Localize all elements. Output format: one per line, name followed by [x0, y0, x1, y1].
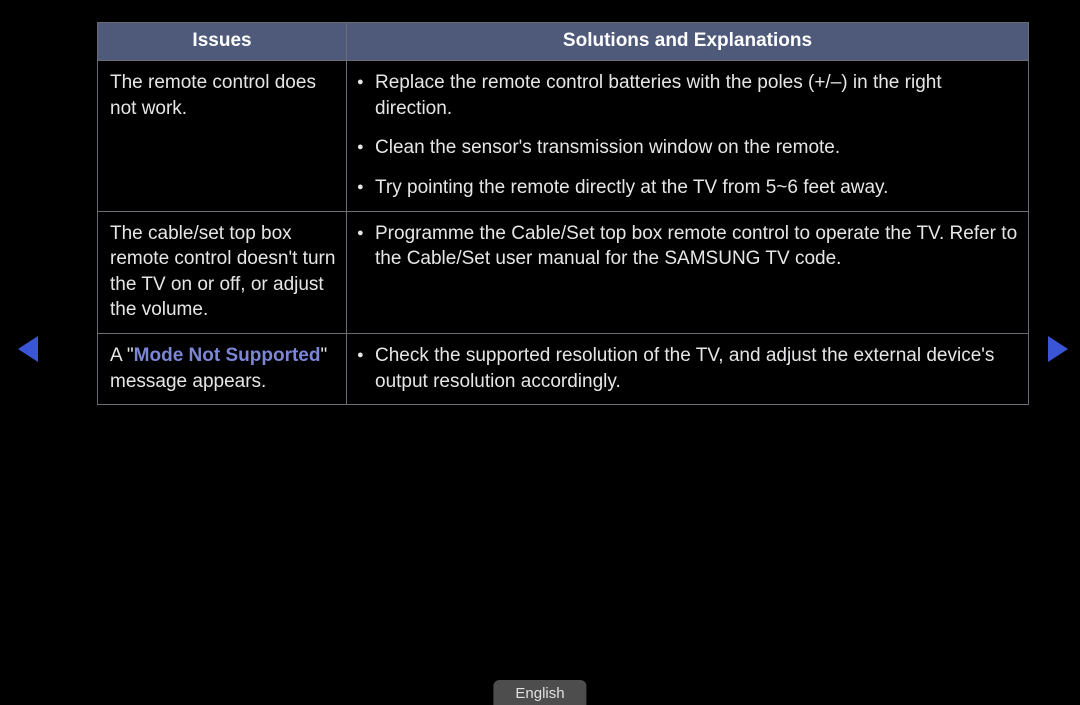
solution-cell: Check the supported resolution of the TV…	[347, 334, 1029, 405]
nav-prev-icon[interactable]	[18, 336, 38, 362]
solution-item: Programme the Cable/Set top box remote c…	[375, 221, 1018, 272]
solution-cell: Programme the Cable/Set top box remote c…	[347, 211, 1029, 334]
solution-list: Programme the Cable/Set top box remote c…	[355, 221, 1018, 272]
issue-cell: The cable/set top box remote control doe…	[98, 211, 347, 334]
language-tab[interactable]: English	[493, 680, 586, 705]
nav-next-icon[interactable]	[1048, 336, 1068, 362]
troubleshooting-table: Issues Solutions and Explanations The re…	[97, 22, 1029, 405]
issue-highlight: Mode Not Supported	[134, 345, 321, 366]
solution-item: Try pointing the remote directly at the …	[375, 175, 1018, 201]
solution-list: Replace the remote control batteries wit…	[355, 70, 1018, 201]
table-row: The cable/set top box remote control doe…	[98, 211, 1029, 334]
issue-cell: A "Mode Not Supported" message appears.	[98, 334, 347, 405]
header-solutions: Solutions and Explanations	[347, 23, 1029, 61]
troubleshooting-table-container: Issues Solutions and Explanations The re…	[97, 22, 1028, 405]
solution-item: Clean the sensor's transmission window o…	[375, 135, 1018, 161]
solution-cell: Replace the remote control batteries wit…	[347, 61, 1029, 212]
solution-item: Check the supported resolution of the TV…	[375, 343, 1018, 394]
header-issues: Issues	[98, 23, 347, 61]
solution-item: Replace the remote control batteries wit…	[375, 70, 1018, 121]
solution-list: Check the supported resolution of the TV…	[355, 343, 1018, 394]
table-row: A "Mode Not Supported" message appears. C…	[98, 334, 1029, 405]
table-row: The remote control does not work. Replace…	[98, 61, 1029, 212]
issue-cell: The remote control does not work.	[98, 61, 347, 212]
